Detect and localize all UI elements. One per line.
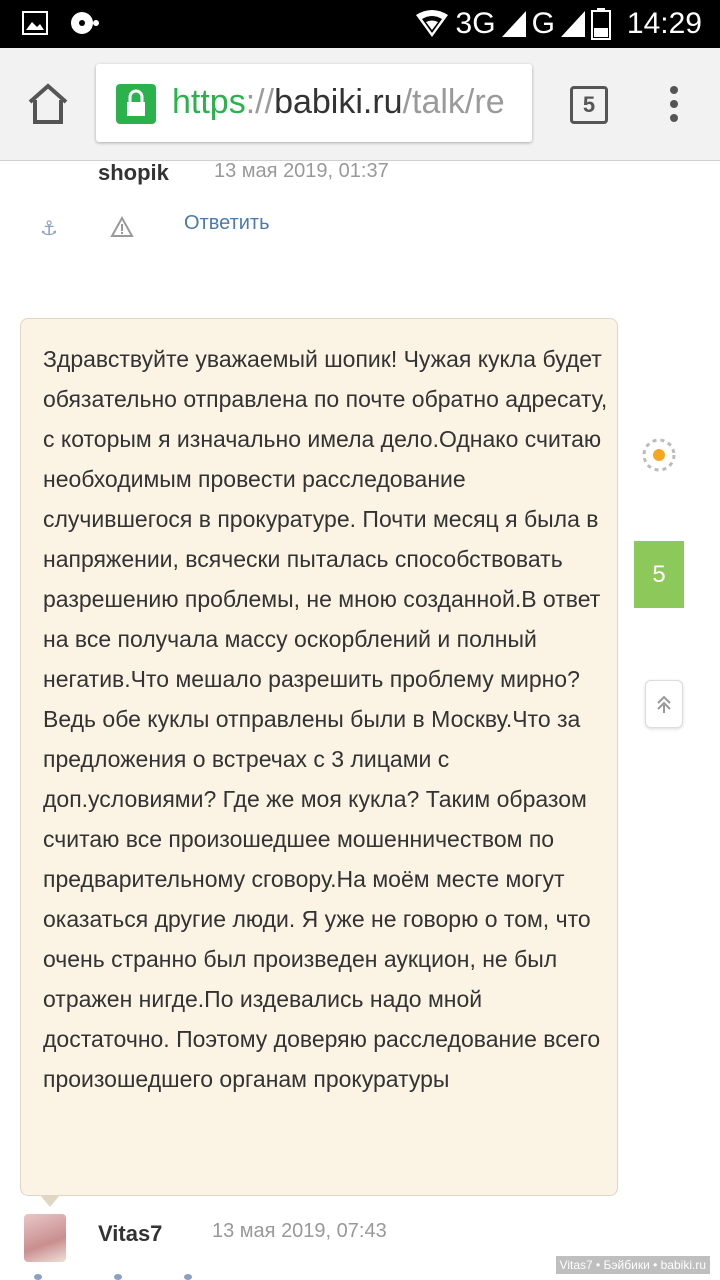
scroll-up-button[interactable] bbox=[645, 680, 683, 728]
comment-date: 13 мая 2019, 01:37 bbox=[214, 160, 389, 182]
anchor-icon[interactable]: ⚓ bbox=[40, 216, 58, 241]
next-comment-actions bbox=[30, 1268, 210, 1280]
double-chevron-up-icon bbox=[657, 695, 671, 713]
reply-link[interactable]: Ответить bbox=[184, 212, 270, 235]
network-type: 3G bbox=[455, 7, 496, 40]
comment-actions: ⚓ Ответить bbox=[40, 212, 340, 242]
report-icon[interactable] bbox=[110, 216, 134, 238]
tab-switcher-button[interactable]: 5 bbox=[570, 86, 608, 124]
lock-icon bbox=[116, 84, 156, 124]
bubble-tail bbox=[40, 1195, 60, 1207]
url-text: https://babiki.ru/talk/re bbox=[172, 83, 505, 121]
next-comment-author[interactable]: Vitas7 bbox=[98, 1221, 162, 1247]
comment-author[interactable]: shopik bbox=[98, 160, 169, 186]
loading-spinner-icon bbox=[642, 438, 676, 472]
image-notification-icon bbox=[22, 11, 48, 35]
media-notification-icon bbox=[71, 12, 99, 34]
comment-bubble: Здравствуйте уважаемый шопик! Чужая кукл… bbox=[20, 318, 618, 1196]
signal-icon bbox=[501, 11, 526, 37]
signal-icon-2 bbox=[560, 11, 585, 37]
home-icon[interactable] bbox=[26, 82, 70, 126]
next-comment-date: 13 мая 2019, 07:43 bbox=[212, 1220, 387, 1242]
browser-toolbar: https://babiki.ru/talk/re 5 bbox=[0, 48, 720, 161]
clock: 14:29 bbox=[626, 7, 702, 40]
avatar[interactable] bbox=[24, 1214, 66, 1262]
address-bar[interactable]: https://babiki.ru/talk/re bbox=[96, 64, 532, 142]
network-type-2: G bbox=[531, 7, 555, 40]
wifi-icon bbox=[415, 10, 448, 37]
watermark: Vitas7 • Бэйбики • babiki.ru bbox=[555, 1256, 710, 1274]
status-bar: 3G G 14:29 bbox=[0, 0, 720, 48]
overflow-menu-icon[interactable] bbox=[664, 86, 684, 126]
comment-text: Здравствуйте уважаемый шопик! Чужая кукл… bbox=[43, 346, 608, 1092]
comment-count-badge[interactable]: 5 bbox=[634, 541, 684, 608]
battery-icon bbox=[590, 8, 611, 40]
